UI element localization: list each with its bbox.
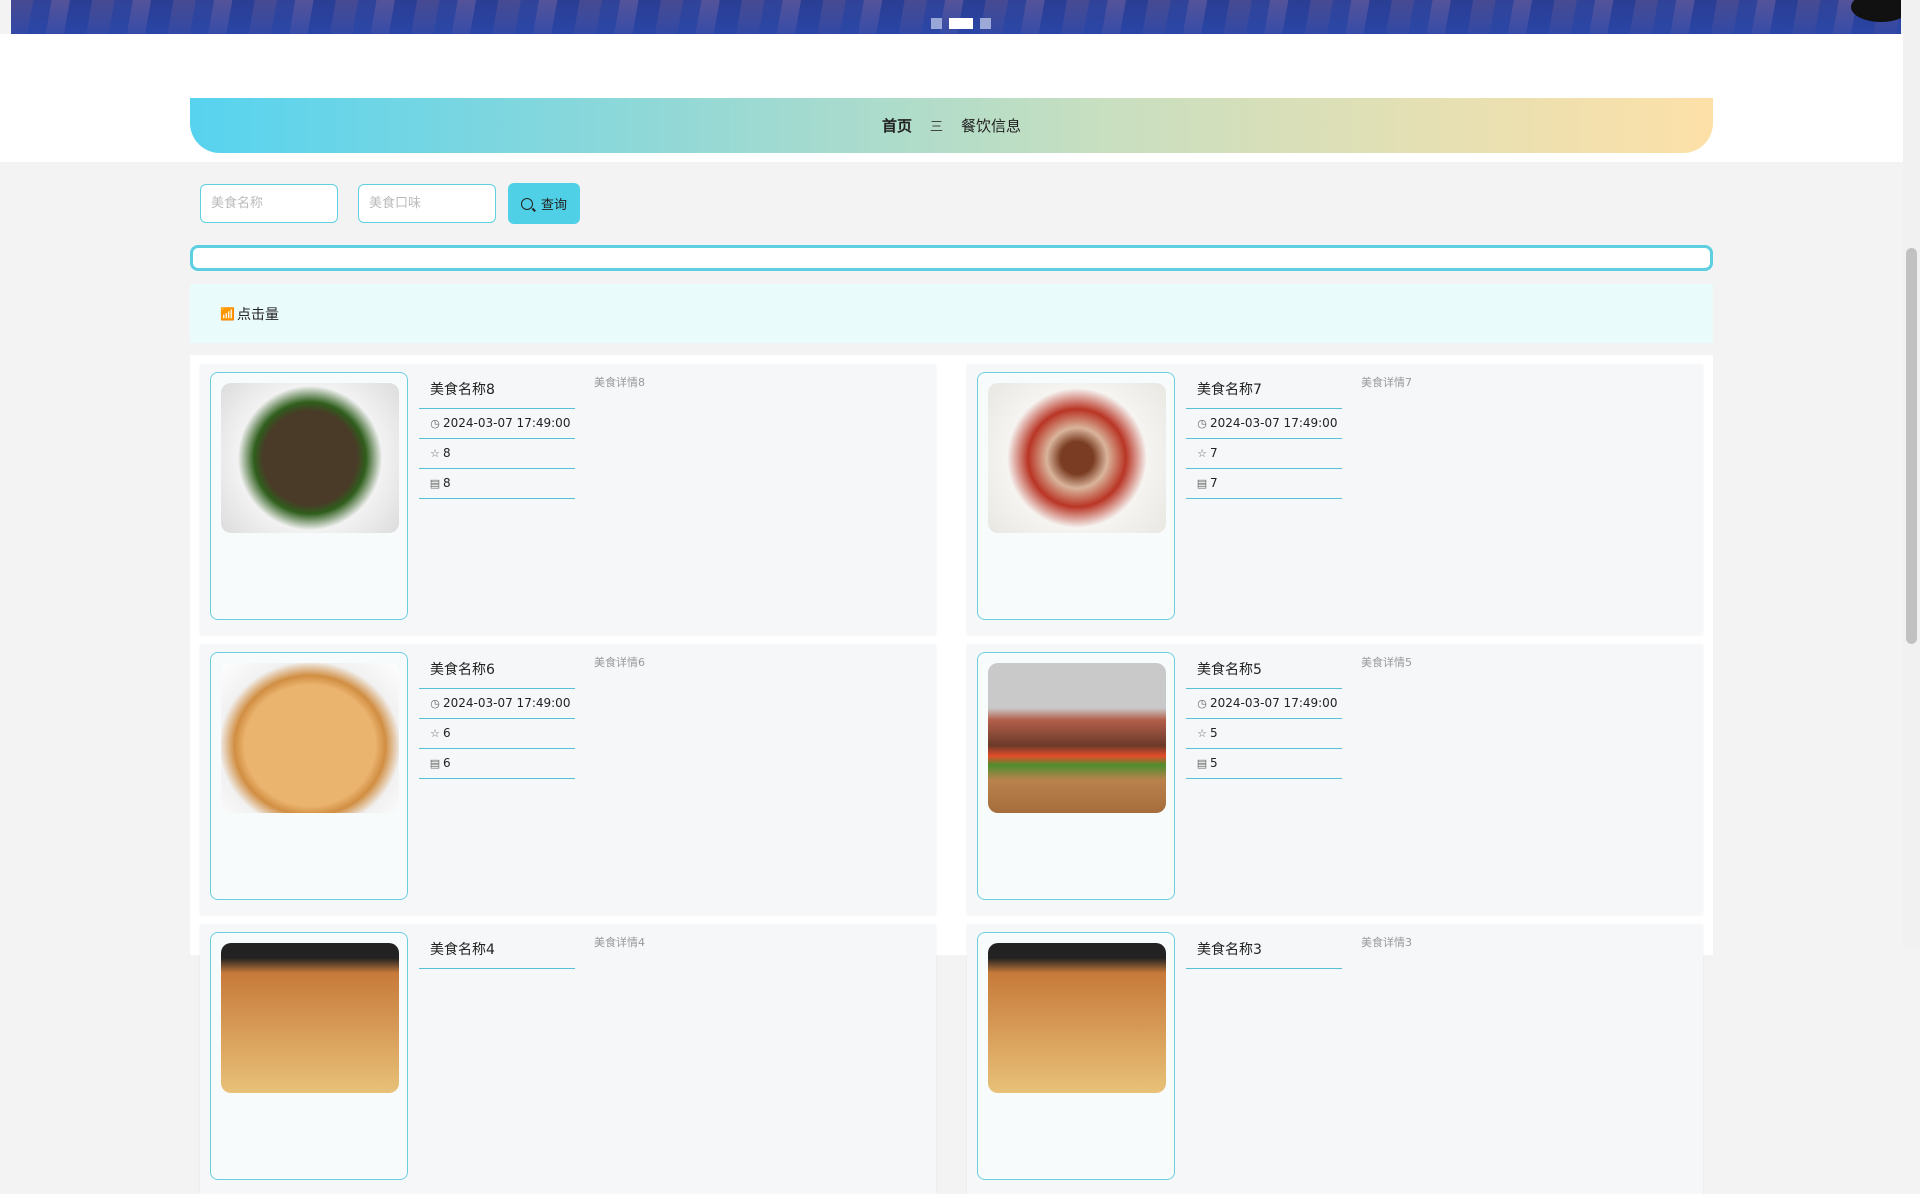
food-taste-input[interactable] [358, 184, 496, 223]
breadcrumb-separator: 三 [929, 120, 943, 135]
star-icon: ☆ [430, 727, 440, 740]
food-favorites-row: ☆ 6 [419, 719, 575, 749]
food-clicks-row: ▤ 7 [1186, 469, 1342, 499]
food-card[interactable]: 美食名称3 美食详情3 [967, 924, 1703, 1194]
food-detail: 美食详情6 [594, 656, 645, 669]
food-clicks: 5 [1210, 756, 1218, 770]
star-icon: ☆ [430, 447, 440, 460]
food-card[interactable]: 美食名称8 ◷ 2024-03-07 17:49:00 ☆ 8 ▤ 8 美食详情8 [200, 364, 936, 634]
search-icon [520, 197, 533, 210]
food-time-row: ◷ 2024-03-07 17:49:00 [1186, 409, 1342, 439]
food-image[interactable] [221, 943, 399, 1093]
food-image-frame [977, 652, 1175, 900]
breadcrumb-current: 餐饮信息 [961, 117, 1022, 135]
search-button-label: 查询 [540, 198, 567, 213]
food-time: 2024-03-07 17:49:00 [443, 696, 571, 710]
food-image-frame [977, 932, 1175, 1180]
document-icon: ▤ [1196, 757, 1208, 770]
food-time-row: ◷ 2024-03-07 17:49:00 [1186, 689, 1342, 719]
food-clicks: 7 [1210, 476, 1218, 490]
food-name[interactable]: 美食名称3 [1186, 932, 1342, 969]
food-favorites: 5 [1210, 726, 1218, 740]
carousel-dot-3[interactable] [980, 18, 991, 29]
food-clicks-row: ▤ 8 [419, 469, 575, 499]
clock-icon: ◷ [430, 697, 440, 710]
food-info: 美食名称6 ◷ 2024-03-07 17:49:00 ☆ 6 ▤ 6 [419, 652, 575, 779]
search-button[interactable]: 查询 [508, 183, 580, 224]
clock-icon: ◷ [1197, 417, 1207, 430]
document-icon: ▤ [1196, 477, 1208, 490]
food-info: 美食名称3 [1186, 932, 1342, 969]
carousel-dot-2[interactable] [949, 18, 973, 29]
food-name[interactable]: 美食名称7 [1186, 372, 1342, 409]
food-clicks: 8 [443, 476, 451, 490]
food-clicks: 6 [443, 756, 451, 770]
sort-bar: 📶 点击量 [190, 284, 1713, 343]
food-favorites: 6 [443, 726, 451, 740]
star-icon: ☆ [1197, 727, 1207, 740]
category-bar [190, 245, 1713, 271]
carousel-banner[interactable] [11, 0, 1901, 34]
food-info: 美食名称7 ◷ 2024-03-07 17:49:00 ☆ 7 ▤ 7 [1186, 372, 1342, 499]
food-image-frame [210, 932, 408, 1180]
food-time: 2024-03-07 17:49:00 [443, 416, 571, 430]
food-detail: 美食详情8 [594, 376, 645, 389]
document-icon: ▤ [429, 477, 441, 490]
food-favorites-row: ☆ 7 [1186, 439, 1342, 469]
food-time: 2024-03-07 17:49:00 [1210, 416, 1338, 430]
food-card[interactable]: 美食名称7 ◷ 2024-03-07 17:49:00 ☆ 7 ▤ 7 美食详情7 [967, 364, 1703, 634]
food-detail: 美食详情7 [1361, 376, 1412, 389]
food-favorites: 7 [1210, 446, 1218, 460]
food-time-row: ◷ 2024-03-07 17:49:00 [419, 689, 575, 719]
food-detail: 美食详情5 [1361, 656, 1412, 669]
food-image-frame [977, 372, 1175, 620]
food-info: 美食名称8 ◷ 2024-03-07 17:49:00 ☆ 8 ▤ 8 [419, 372, 575, 499]
breadcrumb: 首页 三 餐饮信息 [190, 98, 1713, 153]
food-favorites-row: ☆ 5 [1186, 719, 1342, 749]
food-image-frame [210, 652, 408, 900]
food-favorites-row: ☆ 8 [419, 439, 575, 469]
food-name[interactable]: 美食名称4 [419, 932, 575, 969]
clock-icon: ◷ [1197, 697, 1207, 710]
food-card[interactable]: 美食名称6 ◷ 2024-03-07 17:49:00 ☆ 6 ▤ 6 美食详情6 [200, 644, 936, 914]
food-favorites: 8 [443, 446, 451, 460]
document-icon: ▤ [429, 757, 441, 770]
chart-icon: 📶 [220, 306, 235, 321]
scrollbar-thumb[interactable] [1906, 248, 1917, 644]
food-clicks-row: ▤ 6 [419, 749, 575, 779]
food-name[interactable]: 美食名称8 [419, 372, 575, 409]
banner-decoration [1851, 0, 1901, 22]
carousel-dot-1[interactable] [931, 18, 942, 29]
food-name-input[interactable] [200, 184, 338, 223]
carousel-indicators [931, 18, 991, 29]
food-card[interactable]: 美食名称4 美食详情4 [200, 924, 936, 1194]
star-icon: ☆ [1197, 447, 1207, 460]
food-image[interactable] [221, 383, 399, 533]
food-image-frame [210, 372, 408, 620]
sort-by-clicks[interactable]: 点击量 [237, 304, 279, 324]
food-image[interactable] [988, 663, 1166, 813]
food-info: 美食名称5 ◷ 2024-03-07 17:49:00 ☆ 5 ▤ 5 [1186, 652, 1342, 779]
food-image[interactable] [221, 663, 399, 813]
food-name[interactable]: 美食名称5 [1186, 652, 1342, 689]
food-name[interactable]: 美食名称6 [419, 652, 575, 689]
search-bar: 查询 [200, 183, 580, 224]
food-list: 美食名称8 ◷ 2024-03-07 17:49:00 ☆ 8 ▤ 8 美食详情8 美… [190, 355, 1713, 1194]
breadcrumb-home[interactable]: 首页 [882, 115, 912, 136]
food-time: 2024-03-07 17:49:00 [1210, 696, 1338, 710]
food-info: 美食名称4 [419, 932, 575, 969]
food-image[interactable] [988, 943, 1166, 1093]
clock-icon: ◷ [430, 417, 440, 430]
food-time-row: ◷ 2024-03-07 17:49:00 [419, 409, 575, 439]
food-card[interactable]: 美食名称5 ◷ 2024-03-07 17:49:00 ☆ 5 ▤ 5 美食详情5 [967, 644, 1703, 914]
food-image[interactable] [988, 383, 1166, 533]
food-clicks-row: ▤ 5 [1186, 749, 1342, 779]
scrollbar[interactable] [1903, 0, 1920, 948]
